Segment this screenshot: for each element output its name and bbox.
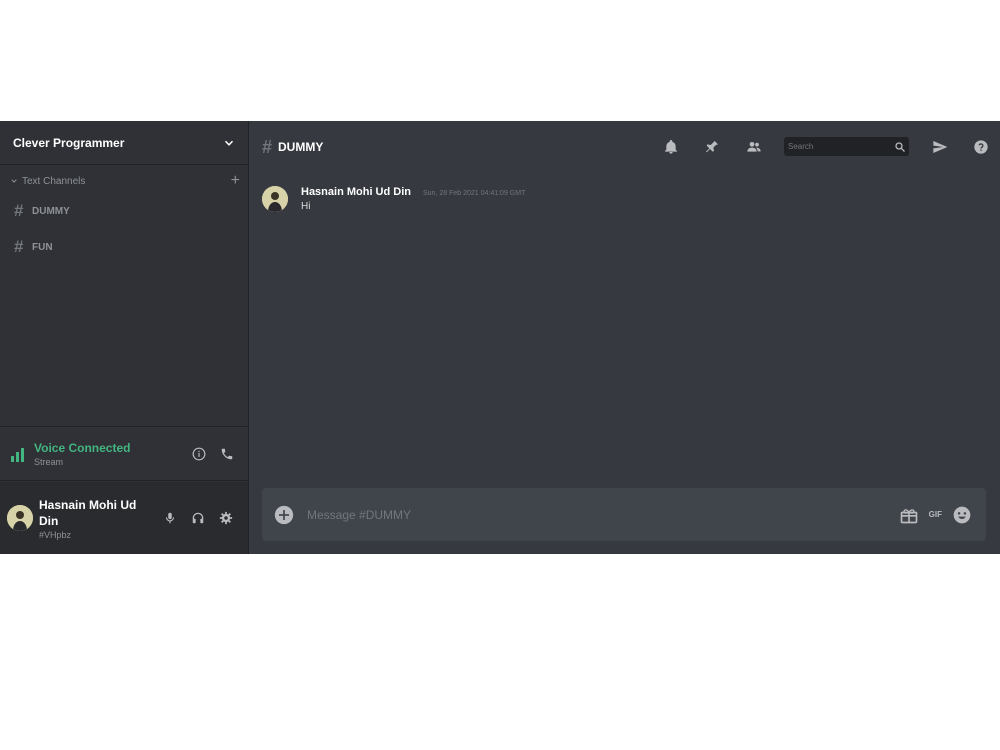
channel-name: FUN <box>32 241 53 253</box>
hash-icon: # <box>14 201 24 220</box>
message: Hasnain Mohi Ud Din Sun, 28 Feb 2021 04:… <box>262 186 525 212</box>
bell-icon[interactable] <box>663 139 679 155</box>
user-tag: #VHpbz <box>39 529 72 540</box>
hash-icon: # <box>262 136 273 157</box>
message-text: Hi <box>301 201 311 212</box>
help-icon[interactable] <box>973 139 989 155</box>
channel-item-fun[interactable]: # FUN <box>0 236 248 258</box>
search-icon[interactable] <box>894 141 906 153</box>
username: Hasnain Mohi Ud Din <box>39 497 137 528</box>
voice-channel: Stream <box>34 456 64 467</box>
headphones-icon[interactable] <box>191 511 205 525</box>
phone-icon[interactable] <box>220 447 234 461</box>
pin-icon[interactable] <box>704 139 720 155</box>
channel-sidebar: Clever Programmer Text Channels + # DUMM… <box>0 121 249 554</box>
avatar[interactable] <box>7 505 33 531</box>
search-input[interactable] <box>788 142 878 151</box>
voice-status[interactable]: Voice Connected <box>34 441 192 455</box>
message-composer: GIF <box>262 488 986 541</box>
channel-name: DUMMY <box>32 205 70 217</box>
channel-title: DUMMY <box>278 140 324 154</box>
text-channels-header[interactable]: Text Channels + <box>0 173 248 189</box>
hash-icon: # <box>14 237 24 256</box>
gift-icon[interactable] <box>899 505 919 525</box>
message-author[interactable]: Hasnain Mohi Ud Din <box>301 186 411 198</box>
chevron-down-icon[interactable] <box>10 177 18 185</box>
chat-header: # DUMMY <box>249 121 1000 173</box>
message-timestamp: Sun, 28 Feb 2021 04:41:09 GMT <box>423 190 526 197</box>
members-icon[interactable] <box>746 139 762 155</box>
search-box[interactable] <box>784 137 909 156</box>
signal-icon <box>11 447 24 462</box>
info-icon[interactable] <box>192 447 206 461</box>
message-input[interactable] <box>305 506 899 523</box>
section-title: Text Channels <box>22 175 86 187</box>
emoji-icon[interactable] <box>952 505 972 525</box>
chevron-down-icon[interactable] <box>222 136 236 150</box>
discord-app: Clever Programmer Text Channels + # DUMM… <box>0 121 1000 554</box>
user-panel: Hasnain Mohi Ud Din #VHpbz <box>0 482 248 554</box>
gif-button[interactable]: GIF <box>929 510 942 519</box>
chat-area: # DUMMY Search Hasnain Mohi Ud Din Sun, … <box>249 121 1000 554</box>
server-header[interactable]: Clever Programmer <box>0 121 248 165</box>
mic-icon[interactable] <box>163 511 177 525</box>
send-icon[interactable] <box>932 139 948 155</box>
add-circle-icon[interactable] <box>274 505 294 525</box>
voice-status-panel: Voice Connected Stream <box>0 426 248 481</box>
avatar[interactable] <box>262 186 288 212</box>
gear-icon[interactable] <box>219 511 233 525</box>
server-name: Clever Programmer <box>13 135 125 150</box>
plus-icon[interactable]: + <box>231 173 240 189</box>
channel-item-dummy[interactable]: # DUMMY <box>0 200 248 222</box>
